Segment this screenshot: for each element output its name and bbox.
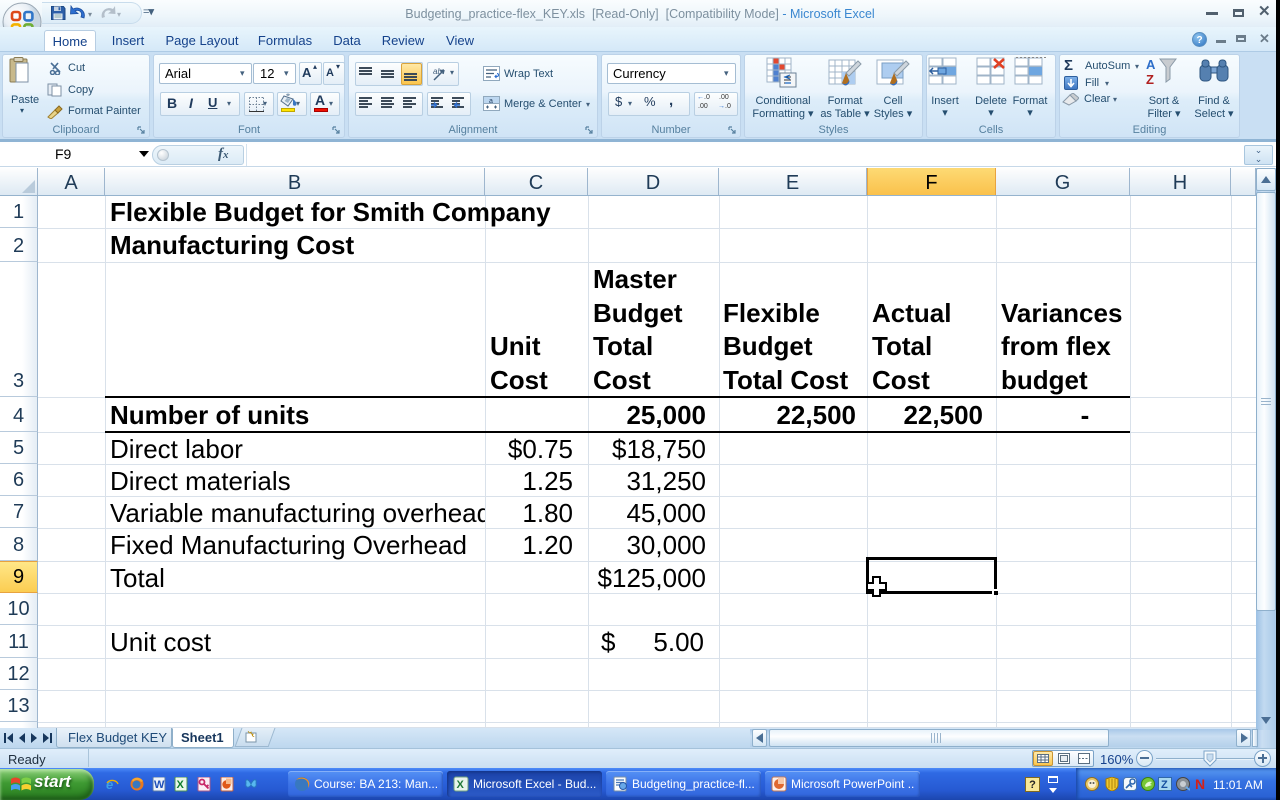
svg-text:Z: Z [1161,779,1168,791]
svg-text:Z: Z [1146,72,1154,87]
svg-text:X: X [457,779,465,791]
svg-text:W: W [154,779,165,791]
svg-text:X: X [177,779,185,791]
svg-text:A: A [1146,57,1156,72]
svg-text:e: e [106,777,113,792]
svg-text:ab: ab [433,67,442,76]
svg-text:a: a [489,98,493,105]
svg-text:N: N [1195,777,1205,791]
